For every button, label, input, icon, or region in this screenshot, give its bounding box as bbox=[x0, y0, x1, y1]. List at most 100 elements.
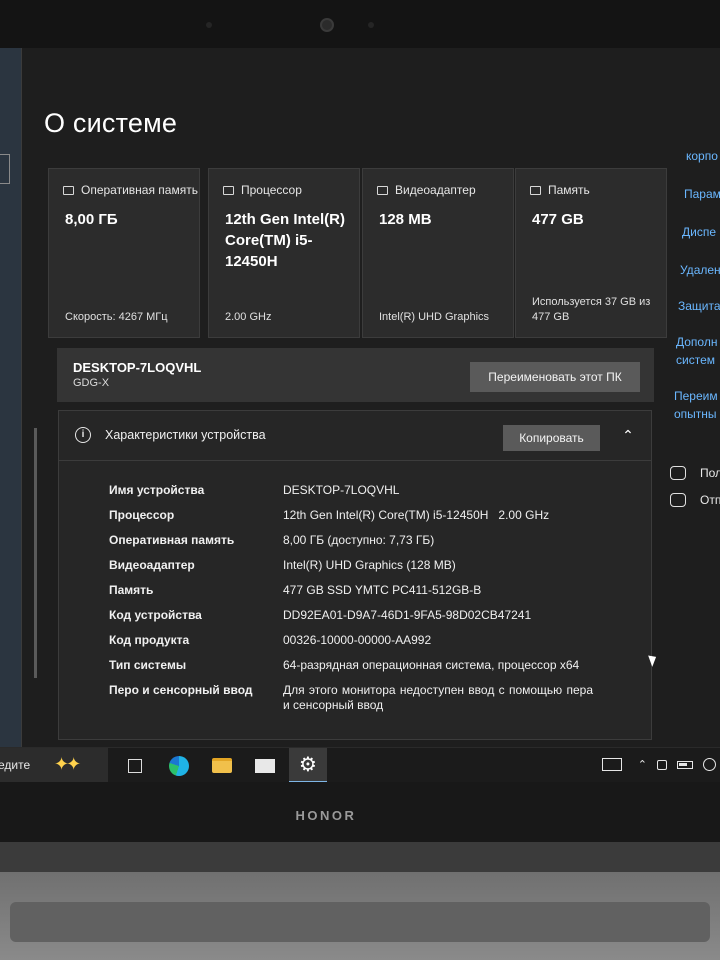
card-value: 12th Gen Intel(R) Core(TM) i5-12450H bbox=[225, 211, 346, 270]
help-icon bbox=[670, 466, 686, 480]
card-value: 128 MB bbox=[379, 211, 432, 228]
related-link[interactable]: Парам bbox=[684, 186, 720, 202]
spec-value: DESKTOP-7LOQVHL bbox=[283, 483, 400, 497]
pc-workgroup: GDG-X bbox=[73, 377, 110, 389]
card-value: 477 GB bbox=[532, 211, 584, 228]
help-label: Пол bbox=[700, 466, 720, 480]
spec-row: Память 477 GB SSD YMTC PC411-512GB-B bbox=[59, 579, 651, 604]
top-bezel bbox=[0, 0, 720, 48]
related-link[interactable]: Защита bbox=[678, 298, 720, 314]
taskbar: едите ✦✦ ⚙ ⌃ bbox=[0, 747, 720, 782]
related-link[interactable]: Переим bbox=[674, 388, 718, 404]
file-explorer-button[interactable] bbox=[203, 748, 241, 782]
edge-button[interactable] bbox=[160, 748, 198, 782]
help-link[interactable]: Пол bbox=[670, 466, 720, 480]
page-title: О системе bbox=[44, 108, 178, 138]
spec-row: Тип системы 64-разрядная операционная сис… bbox=[59, 654, 651, 679]
spec-value: 64-разрядная операционная система, проце… bbox=[283, 658, 580, 672]
card-label: Видеоадаптер bbox=[395, 183, 476, 197]
sensor-dot bbox=[368, 22, 374, 28]
spec-label: Оперативная память bbox=[109, 533, 235, 547]
info-icon: i bbox=[75, 427, 91, 443]
related-settings: корпо Парам Диспе Удален Защита Дополн с… bbox=[662, 48, 720, 748]
related-link[interactable]: Удален bbox=[680, 262, 720, 278]
card-label: Процессор bbox=[241, 183, 302, 197]
spec-label: Код устройства bbox=[109, 608, 202, 622]
spec-value: 00326-10000-00000-AA992 bbox=[283, 633, 432, 647]
spec-row: Видеоадаптер Intel(R) UHD Graphics (128 M… bbox=[59, 554, 651, 579]
copy-button[interactable]: Копировать bbox=[503, 425, 600, 451]
card-foot: 2.00 GHz bbox=[225, 311, 272, 323]
screen: О системе Оперативная память 8,00 ГБ Ско… bbox=[0, 48, 720, 782]
mail-icon bbox=[255, 758, 275, 773]
scrollbar[interactable] bbox=[34, 428, 37, 678]
hinge bbox=[0, 842, 720, 872]
spec-value: 12th Gen Intel(R) Core(TM) i5-12450H 2.0… bbox=[283, 508, 550, 522]
graphics-icon bbox=[377, 185, 388, 195]
feedback-link[interactable]: Отп bbox=[670, 493, 720, 507]
device-icon[interactable] bbox=[657, 759, 667, 770]
related-link[interactable]: Диспе bbox=[682, 224, 716, 240]
card-memory: Оперативная память 8,00 ГБ Скорость: 426… bbox=[48, 168, 200, 338]
spec-row: Перо и сенсорный ввод Для этого монитора … bbox=[59, 679, 651, 712]
chevron-up-icon[interactable]: ⌃ bbox=[619, 428, 637, 442]
card-label: Оперативная память bbox=[81, 183, 198, 197]
card-value: 8,00 ГБ bbox=[65, 211, 118, 228]
pc-name: DESKTOP-7LOQVHL bbox=[73, 360, 202, 375]
news-icon[interactable] bbox=[601, 758, 622, 771]
chevron-up-icon[interactable]: ⌃ bbox=[638, 758, 647, 771]
gear-icon: ⚙ bbox=[299, 753, 317, 776]
spec-label: Имя устройства bbox=[109, 483, 205, 497]
spec-row: Оперативная память 8,00 ГБ (доступно: 7,7… bbox=[59, 529, 651, 554]
spec-row: Имя устройства DESKTOP-7LOQVHL bbox=[59, 479, 651, 504]
battery-icon[interactable] bbox=[677, 760, 693, 769]
related-link[interactable]: корпо bbox=[686, 148, 718, 164]
spec-label: Код продукта bbox=[109, 633, 190, 647]
search-placeholder: едите bbox=[0, 758, 31, 772]
mail-button[interactable] bbox=[246, 748, 284, 782]
spec-header[interactable]: i Характеристики устройства Копировать ⌃ bbox=[59, 411, 651, 461]
related-link[interactable]: систем bbox=[676, 352, 715, 368]
spec-row: Процессор 12th Gen Intel(R) Core(TM) i5-1… bbox=[59, 504, 651, 529]
card-graphics: Видеоадаптер 128 MB Intel(R) UHD Graphic… bbox=[362, 168, 514, 338]
pc-name-bar: DESKTOP-7LOQVHL GDG-X Переименовать этот… bbox=[57, 348, 654, 402]
card-foot: Используется 37 GB из 477 GB bbox=[532, 296, 651, 323]
processor-icon bbox=[223, 185, 234, 195]
card-label: Память bbox=[548, 183, 590, 197]
feedback-icon bbox=[670, 493, 686, 507]
card-foot: Скорость: 4267 МГц bbox=[65, 311, 168, 323]
rename-pc-button[interactable]: Переименовать этот ПК bbox=[470, 362, 640, 392]
related-link[interactable]: опытны bbox=[674, 406, 717, 422]
background-window bbox=[0, 48, 22, 748]
device-specifications-panel: i Характеристики устройства Копировать ⌃… bbox=[58, 410, 652, 740]
spec-label: Память bbox=[109, 583, 154, 597]
feedback-label: Отп bbox=[700, 493, 720, 507]
sparkle-icon[interactable]: ✦✦ bbox=[54, 754, 81, 775]
storage-icon bbox=[530, 185, 541, 195]
spec-value: DD92EA01-D9A7-46D1-9FA5-98D02CB47241 bbox=[283, 608, 532, 622]
spec-row: Код устройства DD92EA01-D9A7-46D1-9FA5-98… bbox=[59, 604, 651, 629]
network-icon[interactable] bbox=[703, 758, 716, 771]
task-view-button[interactable] bbox=[116, 748, 154, 782]
edge-icon bbox=[169, 755, 189, 776]
webcam bbox=[320, 18, 334, 32]
memory-icon bbox=[63, 185, 74, 195]
spec-label: Перо и сенсорный ввод bbox=[109, 683, 253, 697]
task-view-icon bbox=[128, 758, 142, 773]
system-tray: ⌃ bbox=[601, 758, 716, 771]
background-window-button[interactable] bbox=[0, 154, 10, 184]
folder-icon bbox=[212, 758, 232, 773]
spec-label: Тип системы bbox=[109, 658, 187, 672]
laptop-base-strip bbox=[10, 902, 710, 942]
settings-button[interactable]: ⚙ bbox=[289, 748, 327, 782]
sensor-dot bbox=[206, 22, 212, 28]
spec-rows: Имя устройства DESKTOP-7LOQVHL Процессор 1… bbox=[59, 479, 651, 712]
related-link[interactable]: Дополн bbox=[676, 334, 717, 350]
spec-label: Видеоадаптер bbox=[109, 558, 195, 572]
card-foot: Intel(R) UHD Graphics bbox=[379, 311, 490, 323]
card-storage: Память 477 GB Используется 37 GB из 477 … bbox=[515, 168, 667, 338]
spec-row: Код продукта 00326-10000-00000-AA992 bbox=[59, 629, 651, 654]
spec-value: Для этого монитора недоступен ввод с пом… bbox=[283, 683, 593, 712]
spec-label: Процессор bbox=[109, 508, 175, 522]
card-processor: Процессор 12th Gen Intel(R) Core(TM) i5-… bbox=[208, 168, 360, 338]
